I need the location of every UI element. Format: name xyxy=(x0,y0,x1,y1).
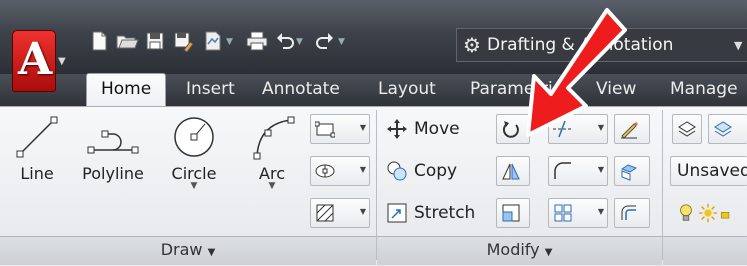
stretch-tool-button[interactable]: Stretch xyxy=(386,198,475,228)
polyline-label: Polyline xyxy=(82,164,144,183)
hatch-tool-button[interactable]: ▼ xyxy=(310,198,370,228)
line-icon xyxy=(16,116,58,158)
chevron-down-icon: ▼ xyxy=(207,247,216,258)
copy-tool-button[interactable]: Copy xyxy=(386,156,457,186)
mirror-tool-button[interactable] xyxy=(496,156,530,186)
stretch-label: Stretch xyxy=(414,203,476,223)
offset-icon xyxy=(621,205,636,220)
array-icon xyxy=(554,204,572,222)
open-icon[interactable] xyxy=(114,30,140,56)
annotation-arrow xyxy=(526,8,627,137)
line-tool-button[interactable]: Line xyxy=(8,112,66,183)
undo-dropdown-caret[interactable]: ▼ xyxy=(296,37,303,47)
array-tool-button[interactable]: ▼ xyxy=(548,198,608,228)
arc-tool-button[interactable]: Arc ▼ xyxy=(242,112,302,191)
lightbulb-icon[interactable] xyxy=(676,203,696,223)
fillet-tool-button[interactable]: ▼ xyxy=(548,156,608,186)
chevron-down-icon: ▼ xyxy=(268,181,276,191)
mirror-icon xyxy=(502,163,520,180)
autocad-logo: A xyxy=(12,30,56,92)
gear-icon: ⚙ xyxy=(463,33,481,57)
chevron-down-icon: ▼ xyxy=(359,123,366,132)
tab-home[interactable]: Home xyxy=(86,73,167,107)
rectangle-tool-button[interactable]: ▼ xyxy=(310,114,370,144)
modify-panel-label: Modify xyxy=(486,240,540,259)
modify-panel-title[interactable]: Modify ▼ xyxy=(377,236,662,265)
arc-icon xyxy=(253,116,295,160)
circle-tool-button[interactable]: Circle ▼ xyxy=(164,112,224,191)
sun-icon[interactable] xyxy=(698,203,718,223)
stretch-icon xyxy=(387,203,407,223)
hatch-icon xyxy=(316,204,334,222)
layers-panel-title[interactable] xyxy=(663,236,747,265)
tab-layout[interactable]: Layout xyxy=(378,74,436,106)
plot-dropdown-caret[interactable]: ▼ xyxy=(226,37,233,47)
rectangle-icon xyxy=(315,121,335,138)
copy-label: Copy xyxy=(414,161,458,181)
save-icon[interactable] xyxy=(142,30,168,56)
draw-panel-label: Draw xyxy=(160,240,203,259)
plot-icon[interactable] xyxy=(200,30,226,56)
redo-icon[interactable] xyxy=(312,30,338,56)
ellipse-icon xyxy=(315,164,335,178)
move-label: Move xyxy=(414,119,460,139)
move-tool-button[interactable]: Move xyxy=(386,114,460,144)
chevron-down-icon: ▼ xyxy=(544,247,553,258)
polyline-tool-button[interactable]: Polyline xyxy=(74,112,152,183)
chevron-down-icon: ▼ xyxy=(58,56,66,67)
copy-icon xyxy=(387,161,407,181)
layer-state-dropdown[interactable]: Unsaved xyxy=(670,156,747,186)
line-label: Line xyxy=(20,164,54,183)
print-icon[interactable] xyxy=(244,30,270,56)
explode-tool-button[interactable] xyxy=(614,156,650,186)
layer-states-button[interactable] xyxy=(708,114,747,144)
circle-icon xyxy=(174,117,214,157)
tab-manage[interactable]: Manage xyxy=(670,74,738,106)
chevron-down-icon: ▼ xyxy=(597,207,604,216)
scale-tool-button[interactable] xyxy=(496,198,530,228)
tab-insert[interactable]: Insert xyxy=(186,74,235,106)
chevron-down-icon: ▼ xyxy=(734,39,743,52)
scale-icon xyxy=(502,204,520,222)
move-icon xyxy=(387,119,407,139)
redo-dropdown-caret[interactable]: ▼ xyxy=(338,37,345,47)
fillet-icon xyxy=(554,162,571,179)
layer-properties-icon xyxy=(678,121,696,137)
chevron-down-icon: ▼ xyxy=(597,165,604,174)
new-icon[interactable] xyxy=(86,30,112,56)
layer-states-icon xyxy=(714,121,732,137)
explode-icon xyxy=(620,164,638,181)
chevron-down-icon: ▼ xyxy=(359,207,366,216)
save-as-icon[interactable] xyxy=(170,30,196,56)
application-menu-button[interactable]: A ▼ xyxy=(0,22,74,106)
layer-controls-row xyxy=(676,198,747,228)
lock-icon[interactable] xyxy=(720,203,734,223)
layer-properties-button[interactable] xyxy=(672,114,702,144)
undo-icon[interactable] xyxy=(272,30,298,56)
tab-annotate[interactable]: Annotate xyxy=(262,74,340,106)
draw-panel-title[interactable]: Draw ▼ xyxy=(0,236,376,265)
polyline-icon xyxy=(87,130,139,154)
offset-tool-button[interactable] xyxy=(614,198,650,228)
ellipse-tool-button[interactable]: ▼ xyxy=(310,156,370,186)
chevron-down-icon: ▼ xyxy=(359,165,366,174)
